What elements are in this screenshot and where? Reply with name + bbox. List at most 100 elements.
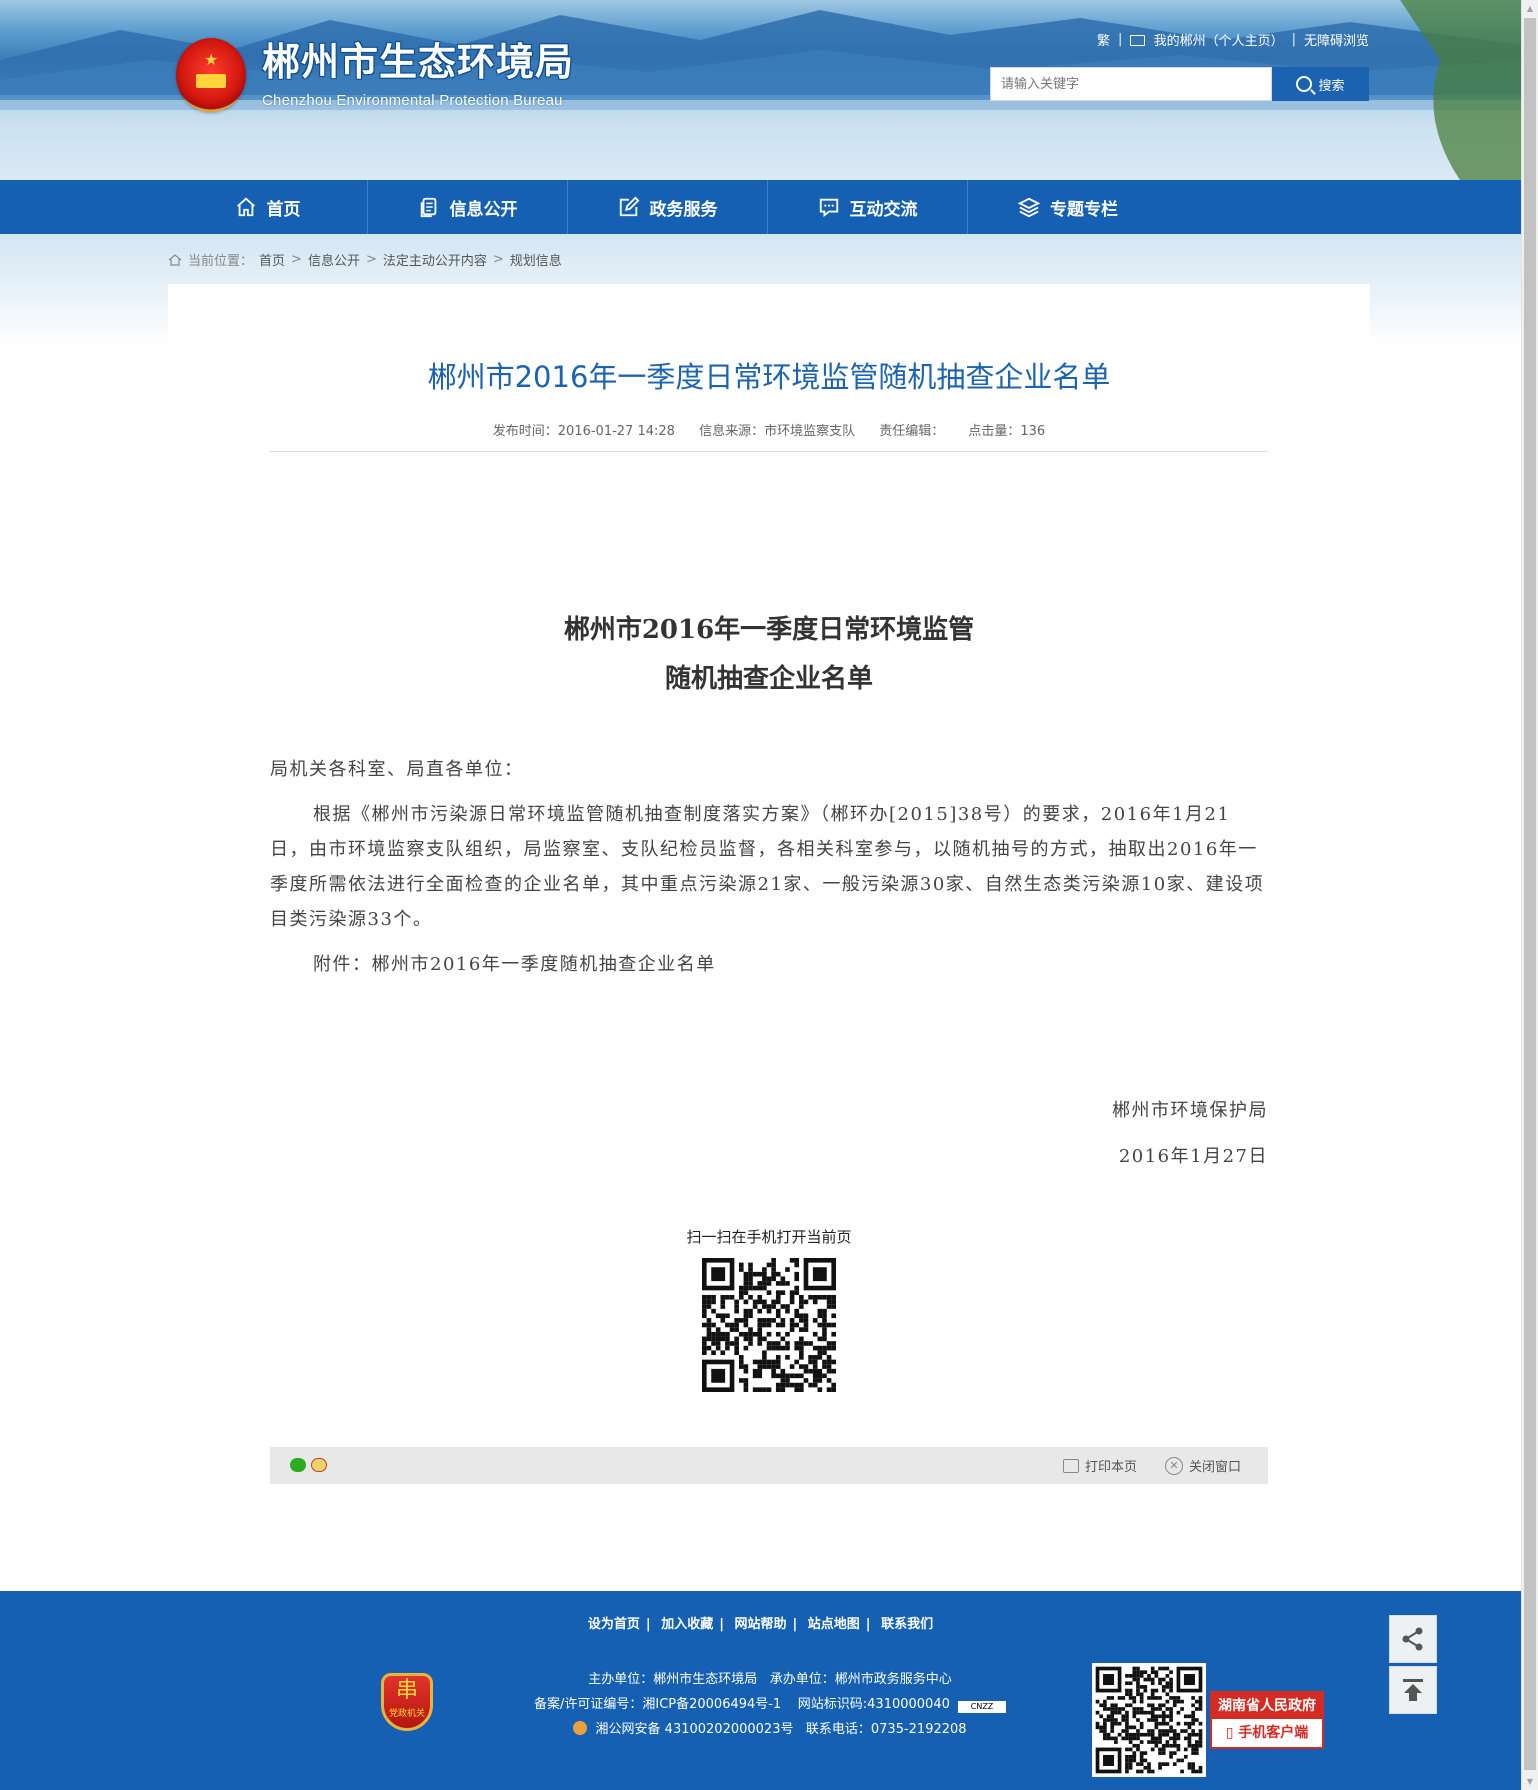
separator: | [1291,32,1296,47]
contact-phone: 联系电话：0735-2192208 [805,1722,967,1737]
national-emblem-icon: ★ [176,38,246,112]
breadcrumb-item-home[interactable]: 首页 [259,250,285,269]
responsible-editor: 责任编辑： [879,424,945,439]
nav-item-label: 首页 [266,199,301,220]
my-chenzhou-link[interactable]: 我的郴州（个人主页） [1130,30,1284,49]
site-id: 网站标识码:4310000040 [797,1697,950,1712]
party-government-badge[interactable]: 串 党政机关 [381,1673,433,1731]
nav-item-topics[interactable]: 专题专栏 [968,180,1168,234]
signature-date: 2016年1月27日 [1118,1146,1268,1167]
footer-link-sitemap[interactable]: 站点地图 [808,1617,860,1632]
traditional-chinese-link[interactable]: 繁 [1097,30,1110,49]
weibo-share-icon[interactable] [311,1458,327,1472]
wechat-share-icon[interactable] [290,1458,306,1472]
breadcrumb-separator: > [291,252,302,267]
breadcrumb-item-info-disclosure[interactable]: 信息公开 [308,250,360,269]
print-label: 打印本页 [1085,1460,1138,1475]
home-icon [236,197,255,217]
footer-info: 主办单位：郴州市生态环境局 承办单位：郴州市政务服务中心 备案/许可证编号：湘I… [480,1667,1060,1742]
page-qr-code [702,1258,836,1392]
party-badge-label: 党政机关 [388,1709,425,1719]
document-title-line1: 郴州市2016年一季度日常环境监管 [563,615,975,645]
document-title-line2: 随机抽查企业名单 [664,664,873,694]
nav-item-info-disclosure[interactable]: 信息公开 [368,180,568,234]
breadcrumb-label: 当前位置： [188,254,254,269]
document-body: 局机关各科室、局直各单位： 根据《郴州市污染源日常环境监管随机抽查制度落实方案》… [270,752,1268,982]
breadcrumb-separator: > [492,252,504,267]
separator: | [1118,32,1123,47]
footer-info-line1: 主办单位：郴州市生态环境局 承办单位：郴州市政务服务中心 [480,1667,1060,1692]
home-icon [168,253,182,266]
page: ★ 郴州市生态环境局 Chenzhou Environmental Protec… [0,0,1521,1790]
vertical-scrollbar[interactable]: ▲ ▼ [1521,0,1538,1790]
document-title: 郴州市2016年一季度日常环境监管 随机抽查企业名单 [168,606,1370,704]
monitor-icon [1130,35,1146,46]
police-badge-icon [573,1721,588,1735]
layers-icon [1018,197,1040,218]
accessibility-link[interactable]: 无障碍浏览 [1304,30,1369,49]
footer-info-line2: 备案/许可证编号：湘ICP备20006494号-1 网站标识码:43100000… [480,1692,1060,1717]
edit-icon [619,196,639,217]
nav-item-interaction[interactable]: 互动交流 [768,180,968,234]
article-meta: 发布时间：2016-01-27 14:28 信息来源：市环境监察支队 责任编辑：… [168,420,1370,439]
signature-block: 郴州市环境保护局 2016年1月27日 [1112,1088,1268,1180]
print-page-button[interactable]: 打印本页 [1063,1456,1137,1475]
share-icon [1402,1627,1423,1651]
organizer-unit: 承办单位：郴州市政务服务中心 [769,1672,952,1687]
article-card: 郴州市2016年一季度日常环境监管随机抽查企业名单 发布时间：2016-01-2… [168,284,1370,1584]
party-badge-glyph: 串 [395,1678,418,1703]
search-button-label: 搜索 [1318,78,1345,94]
search-box: 搜索 [990,67,1369,101]
footer-links: 设为首页 | 加入收藏 | 网站帮助 | 站点地图 | 联系我们 [587,1617,934,1632]
article-title: 郴州市2016年一季度日常环境监管随机抽查企业名单 [427,360,1111,394]
search-button[interactable]: 搜索 [1272,67,1369,101]
share-bar: 打印本页 ✕ 关闭窗口 [270,1447,1268,1484]
my-chenzhou-label: 我的郴州（个人主页） [1153,34,1284,49]
header-banner: ★ 郴州市生态环境局 Chenzhou Environmental Protec… [0,0,1521,180]
publish-time: 发布时间：2016-01-27 14:28 [492,424,675,439]
close-window-button[interactable]: ✕ 关闭窗口 [1165,1456,1241,1475]
footer-info-line3: 湘公网安备 43100202000023号 联系电话：0735-2192208 [480,1717,1060,1742]
breadcrumb: 当前位置： 首页 > 信息公开 > 法定主动公开内容 > 规划信息 [168,250,562,269]
footer-link-favorite[interactable]: 加入收藏 [661,1617,713,1632]
breadcrumb-item-statutory[interactable]: 法定主动公开内容 [383,250,487,269]
body-paragraph: 根据《郴州市污染源日常环境监管随机抽查制度落实方案》（郴环办[2015]38号）… [270,804,1265,930]
scroll-thumb[interactable] [1524,18,1536,1770]
hunan-gov-label: 湖南省人民政府 [1212,1693,1322,1719]
nav-item-home[interactable]: 首页 [168,180,368,234]
cnzz-badge[interactable]: CNZZ [958,1701,1007,1713]
click-count: 点击量：136 [968,424,1046,439]
scroll-up-arrow-icon[interactable]: ▲ [1522,0,1538,17]
nav-item-gov-services[interactable]: 政务服务 [568,180,768,234]
police-record[interactable]: 湘公网安备 43100202000023号 [596,1722,794,1737]
breadcrumb-separator: > [365,252,377,267]
phone-icon: ▯ [1225,1725,1234,1741]
site-subtitle: Chenzhou Environmental Protection Bureau [262,92,563,109]
icp-number[interactable]: 备案/许可证编号：湘ICP备20006494号-1 [534,1697,781,1712]
qr-caption: 扫一扫在手机打开当前页 [686,1228,852,1246]
search-input[interactable] [990,67,1272,101]
arrow-up-icon [1403,1679,1423,1701]
footer-link-help[interactable]: 网站帮助 [734,1617,786,1632]
nav-item-label: 专题专栏 [1050,199,1118,220]
document-icon [420,197,436,218]
footer-link-set-home[interactable]: 设为首页 [588,1617,640,1632]
scroll-down-arrow-icon[interactable]: ▼ [1522,1773,1538,1790]
mobile-client-text: 手机客户端 [1238,1725,1309,1741]
printer-icon [1063,1458,1079,1473]
chat-icon [819,198,838,218]
site-title: 郴州市生态环境局 [262,40,575,84]
divider [270,451,1268,452]
hunan-gov-app-badge[interactable]: 湖南省人民政府 ▯ 手机客户端 [1210,1691,1324,1749]
breadcrumb-item-planning[interactable]: 规划信息 [510,250,562,269]
main-nav: 首页 信息公开 政务服务 互动交流 专题专栏 [0,180,1521,234]
back-to-top-button[interactable] [1389,1666,1437,1714]
host-unit: 主办单位：郴州市生态环境局 [588,1672,758,1687]
nav-item-label: 互动交流 [849,199,918,220]
search-icon [1296,76,1313,92]
attachment-line[interactable]: 附件：郴州市2016年一季度随机抽查企业名单 [270,947,1268,982]
share-float-button[interactable] [1389,1615,1437,1663]
footer-link-contact[interactable]: 联系我们 [881,1617,933,1632]
info-source: 信息来源：市环境监察支队 [699,424,856,439]
signature-org: 郴州市环境保护局 [1112,1100,1268,1121]
